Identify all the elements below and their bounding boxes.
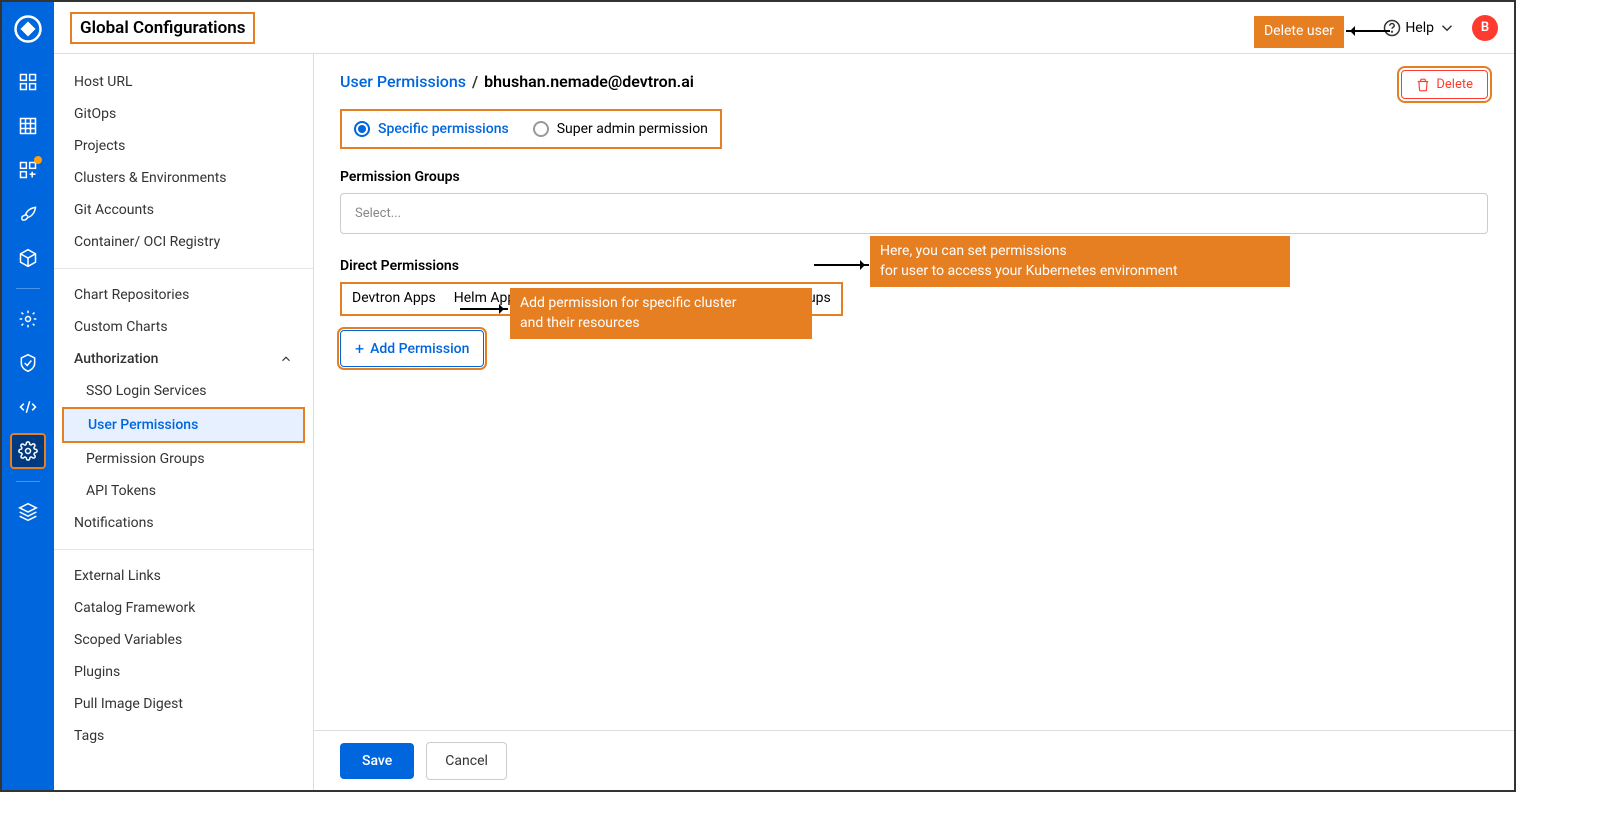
annotation-delete-user: Delete user: [1254, 16, 1344, 48]
annotation-arrow: [1346, 30, 1390, 32]
permission-groups-label: Permission Groups: [340, 169, 1488, 185]
nav-custom-charts[interactable]: Custom Charts: [54, 311, 313, 343]
radio-label: Super admin permission: [557, 121, 708, 137]
footer: Save Cancel: [314, 730, 1514, 790]
radio-icon: [533, 121, 549, 137]
logo-icon: [11, 12, 45, 46]
annotation-arrow: [460, 308, 508, 310]
nav-tags[interactable]: Tags: [54, 720, 313, 752]
page-title: Global Configurations: [70, 12, 255, 44]
annotation-line: Here, you can set permissions: [880, 242, 1280, 262]
nav-api-tokens[interactable]: API Tokens: [54, 475, 313, 507]
permission-type-radio-group: Specific permissions Super admin permiss…: [340, 109, 722, 149]
add-permission-button[interactable]: + Add Permission: [340, 330, 484, 367]
save-button[interactable]: Save: [340, 743, 414, 779]
rail-apps-icon[interactable]: [10, 64, 46, 100]
rail-rocket-icon[interactable]: [10, 196, 46, 232]
radio-label: Specific permissions: [378, 121, 509, 137]
permission-groups-select[interactable]: Select...: [340, 193, 1488, 234]
nav-chart-repos[interactable]: Chart Repositories: [54, 279, 313, 311]
nav-authorization-label: Authorization: [74, 351, 158, 367]
nav-host-url[interactable]: Host URL: [54, 66, 313, 98]
help-button[interactable]: Help: [1383, 19, 1456, 37]
help-icon: [1383, 19, 1401, 37]
nav-pull-image[interactable]: Pull Image Digest: [54, 688, 313, 720]
nav-projects[interactable]: Projects: [54, 130, 313, 162]
annotation-line: for user to access your Kubernetes envir…: [880, 262, 1280, 282]
rail-shield-icon[interactable]: [10, 345, 46, 381]
rail-workspace-icon[interactable]: [10, 152, 46, 188]
delete-button[interactable]: Delete: [1401, 70, 1488, 99]
breadcrumb-root[interactable]: User Permissions: [340, 72, 466, 91]
nav-clusters[interactable]: Clusters & Environments: [54, 162, 313, 194]
trash-icon: [1416, 78, 1430, 92]
sidebar: Host URL GitOps Projects Clusters & Envi…: [54, 2, 314, 790]
plus-icon: +: [355, 339, 364, 358]
annotation-line: Add permission for specific cluster: [520, 294, 802, 314]
rail-code-icon[interactable]: [10, 389, 46, 425]
nav-authorization[interactable]: Authorization: [54, 343, 313, 375]
cancel-button[interactable]: Cancel: [426, 742, 507, 780]
nav-container-registry[interactable]: Container/ OCI Registry: [54, 226, 313, 258]
nav-git-accounts[interactable]: Git Accounts: [54, 194, 313, 226]
main-content: User Permissions / bhushan.nemade@devtro…: [314, 2, 1514, 790]
breadcrumb-sep: /: [472, 72, 478, 91]
rail-gear-icon[interactable]: [10, 301, 46, 337]
radio-super-admin[interactable]: Super admin permission: [533, 121, 708, 137]
nav-gitops[interactable]: GitOps: [54, 98, 313, 130]
radio-specific-permissions[interactable]: Specific permissions: [354, 121, 509, 137]
annotation-add-hint: Add permission for specific cluster and …: [510, 288, 812, 339]
rail-settings-icon[interactable]: [10, 433, 46, 469]
delete-label: Delete: [1436, 77, 1473, 92]
nav-notifications[interactable]: Notifications: [54, 507, 313, 539]
nav-scoped-vars[interactable]: Scoped Variables: [54, 624, 313, 656]
nav-catalog[interactable]: Catalog Framework: [54, 592, 313, 624]
tab-devtron-apps[interactable]: Devtron Apps: [352, 290, 436, 308]
nav-sso[interactable]: SSO Login Services: [54, 375, 313, 407]
chevron-up-icon: [279, 352, 293, 366]
nav-rail: [2, 2, 54, 790]
annotation-arrow: [814, 264, 869, 266]
radio-icon: [354, 121, 370, 137]
annotation-tabs-hint: Here, you can set permissions for user t…: [870, 236, 1290, 287]
chevron-down-icon: [1438, 19, 1456, 37]
help-label: Help: [1405, 20, 1434, 36]
nav-permission-groups[interactable]: Permission Groups: [54, 443, 313, 475]
rail-grid-icon[interactable]: [10, 108, 46, 144]
nav-external-links[interactable]: External Links: [54, 560, 313, 592]
annotation-line: and their resources: [520, 314, 802, 334]
rail-cube-icon[interactable]: [10, 240, 46, 276]
breadcrumb-leaf: bhushan.nemade@devtron.ai: [484, 72, 694, 91]
nav-plugins[interactable]: Plugins: [54, 656, 313, 688]
nav-user-permissions[interactable]: User Permissions: [62, 407, 305, 443]
breadcrumb: User Permissions / bhushan.nemade@devtro…: [340, 72, 1488, 91]
add-permission-label: Add Permission: [370, 341, 469, 357]
rail-layers-icon[interactable]: [10, 494, 46, 530]
avatar[interactable]: B: [1472, 15, 1498, 41]
